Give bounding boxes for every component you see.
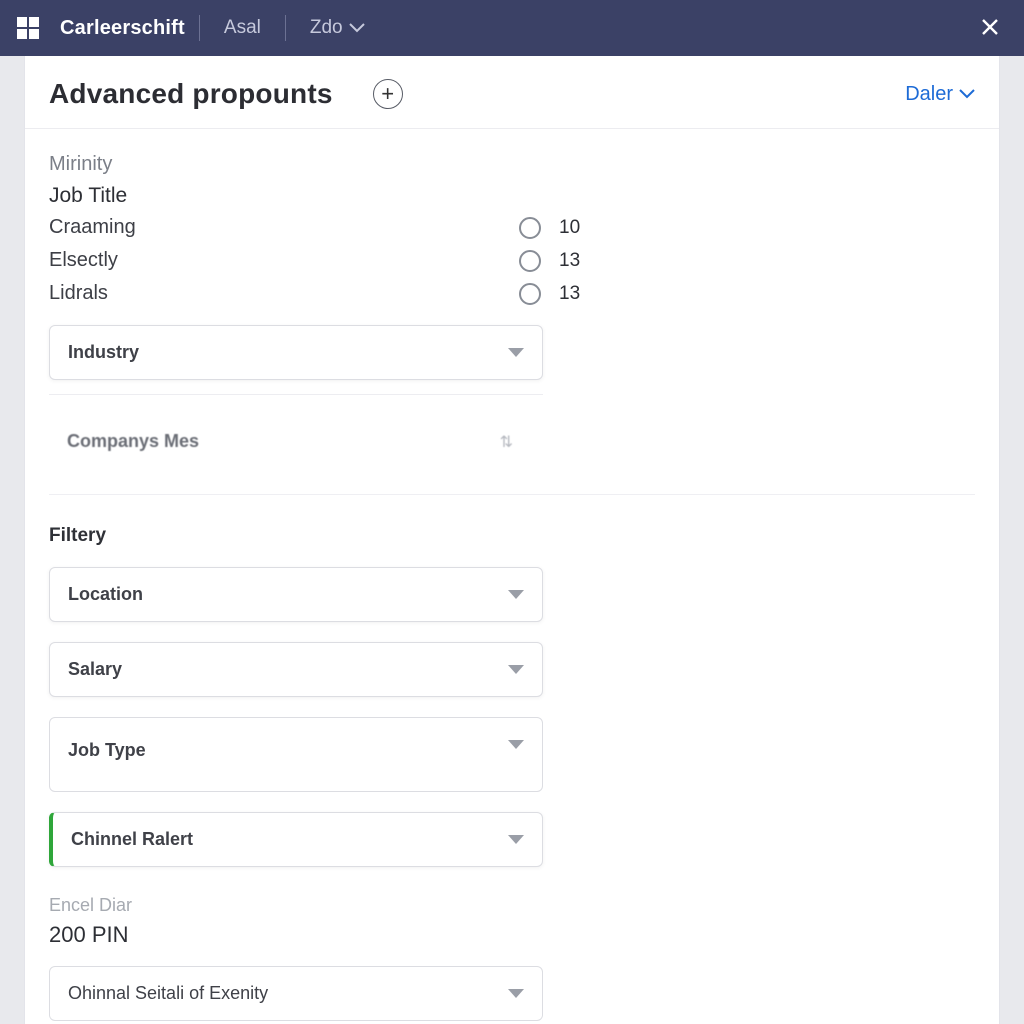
app-logo-icon (16, 16, 40, 40)
select-label: Location (68, 584, 508, 605)
header-action-dropdown[interactable]: Daler (905, 83, 975, 106)
section-divider (49, 494, 975, 495)
select-ohinnal[interactable]: Ohinnal Seitali of Exenity (49, 966, 543, 1021)
group-label-mirinity: Mirinity (49, 153, 975, 176)
radio-value: 13 (559, 250, 589, 272)
select-label: Job Type (68, 740, 508, 761)
nav-separator (285, 15, 286, 41)
page-header: Advanced propounts + Daler (25, 56, 999, 129)
sort-icon: ⇅ (500, 432, 513, 452)
chevron-down-icon (508, 590, 524, 600)
nav-item-asal[interactable]: Asal (214, 17, 271, 39)
chevron-down-icon (508, 348, 524, 358)
chevron-down-icon (508, 740, 524, 750)
nav-item-zdo[interactable]: Zdo (300, 17, 375, 39)
nav-item-label: Zdo (310, 17, 343, 39)
select-label: Industry (68, 342, 508, 363)
header-action-label: Daler (905, 83, 953, 106)
topbar: Carleerschift Asal Zdo (0, 0, 1024, 56)
close-icon (980, 17, 1000, 37)
divider (49, 394, 543, 395)
nav-separator (199, 15, 200, 41)
radio-row: Lidrals 13 (49, 282, 589, 305)
select-industry[interactable]: Industry (49, 325, 543, 380)
brand-name: Carleerschift (60, 17, 185, 40)
chevron-down-icon (508, 835, 524, 845)
select-job-type[interactable]: Job Type (49, 717, 543, 792)
plus-icon: + (381, 83, 394, 105)
select-label: Salary (68, 659, 508, 680)
select-label: Ohinnal Seitali of Exenity (68, 983, 508, 1004)
radio-label: Lidrals (49, 282, 519, 305)
select-company[interactable]: Companys Mes ⇅ (49, 415, 543, 468)
chevron-down-icon (508, 989, 524, 999)
radio-input-lidrals[interactable] (519, 283, 541, 305)
page-body: Mirinity Job Title Craaming 10 Elsectly … (25, 129, 999, 1024)
radio-label: Elsectly (49, 249, 519, 272)
radio-row: Elsectly 13 (49, 249, 589, 272)
radio-row: Craaming 10 (49, 216, 589, 239)
select-label: Companys Mes (67, 431, 500, 452)
radio-value: 10 (559, 217, 589, 239)
radio-input-elsectly[interactable] (519, 250, 541, 272)
section-title-filtery: Filtery (49, 525, 975, 547)
label-encel-diar: Encel Diar (49, 895, 975, 916)
chevron-down-icon (959, 89, 975, 99)
close-button[interactable] (972, 9, 1008, 48)
select-location[interactable]: Location (49, 567, 543, 622)
select-label: Chinnel Ralert (71, 829, 508, 850)
page-title: Advanced propounts (49, 78, 333, 110)
page-card: Advanced propounts + Daler Mirinity Job … (24, 56, 1000, 1024)
label-job-title: Job Title (49, 184, 975, 208)
nav-item-label: Asal (224, 17, 261, 39)
chevron-down-icon (349, 23, 365, 33)
radio-input-craaming[interactable] (519, 217, 541, 239)
chevron-down-icon (508, 665, 524, 675)
radio-label: Craaming (49, 216, 519, 239)
add-button[interactable]: + (373, 79, 403, 109)
radio-value: 13 (559, 283, 589, 305)
select-salary[interactable]: Salary (49, 642, 543, 697)
value-encel-diar: 200 PIN (49, 922, 975, 948)
select-chinnel-ralert[interactable]: Chinnel Ralert (49, 812, 543, 867)
